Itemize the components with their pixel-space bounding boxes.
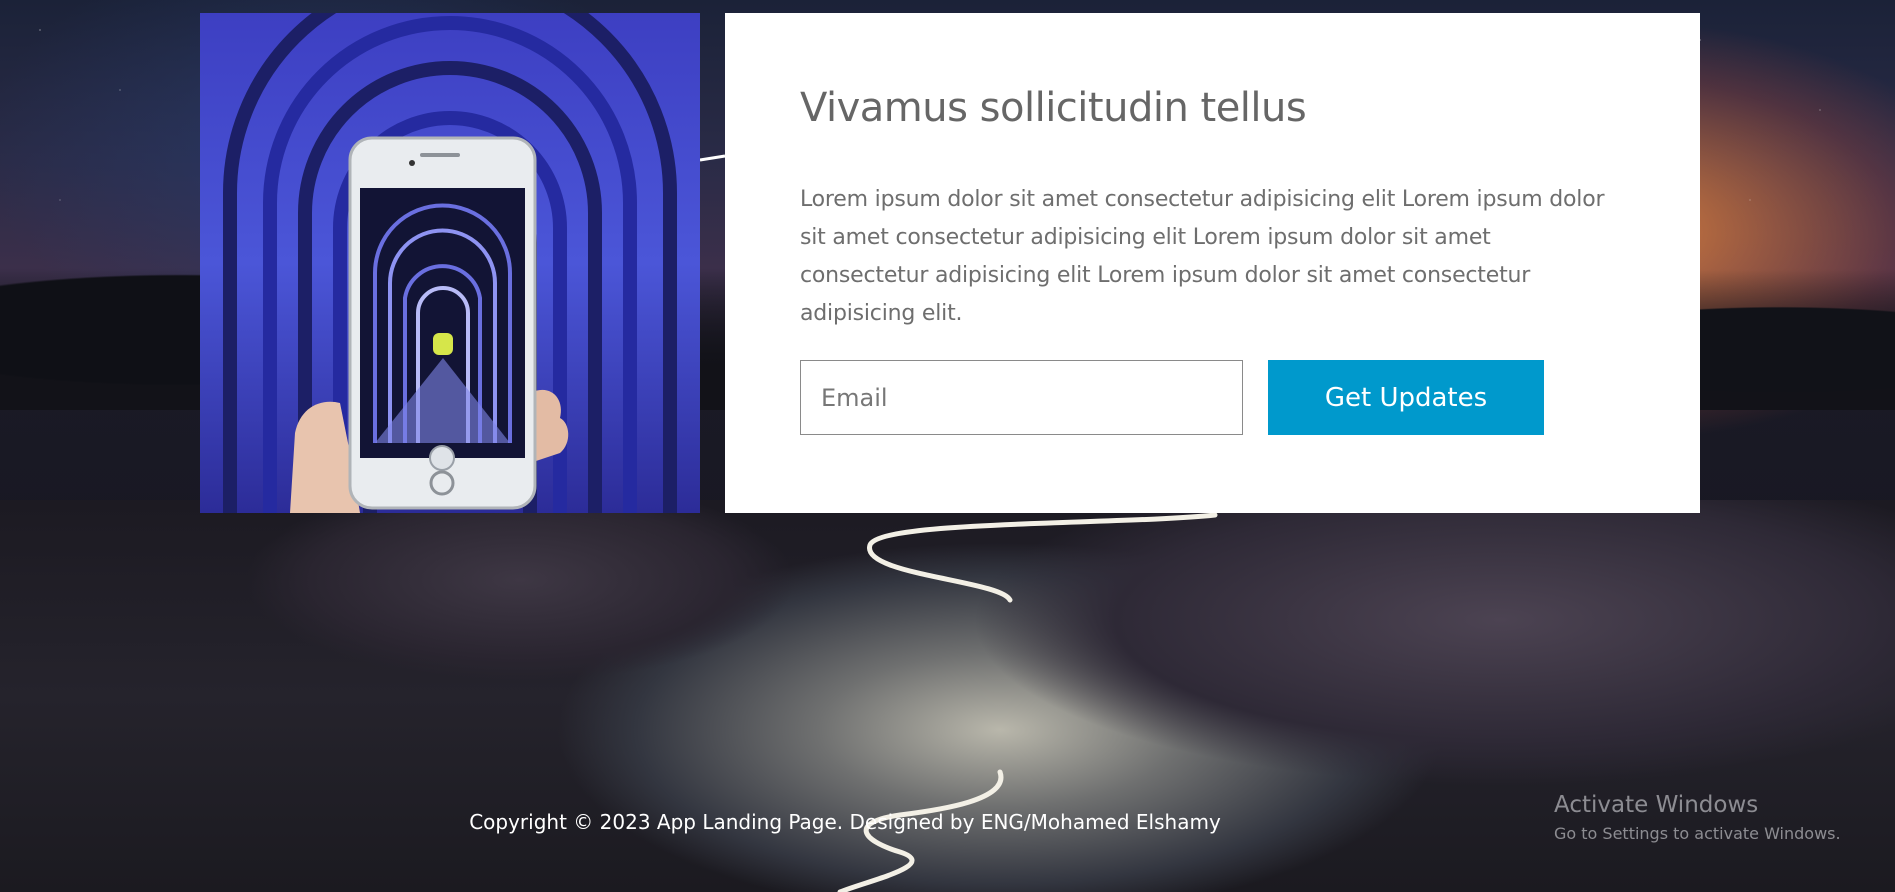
get-updates-button[interactable]: Get Updates	[1268, 360, 1544, 435]
promo-phone-image	[200, 13, 700, 513]
activate-windows-title: Activate Windows	[1554, 792, 1759, 818]
activate-windows-watermark: Activate Windows Go to Settings to activ…	[1554, 792, 1841, 843]
card-title: Vivamus sollicitudin tellus	[800, 85, 1307, 131]
activate-windows-subtitle: Go to Settings to activate Windows.	[1554, 824, 1841, 843]
card-description: Lorem ipsum dolor sit amet consectetur a…	[800, 187, 1605, 326]
phone-camera-photo-icon	[223, 13, 677, 513]
subscribe-card: Vivamus sollicitudin tellus Lorem ipsum …	[725, 13, 1700, 513]
email-input[interactable]	[800, 360, 1243, 435]
